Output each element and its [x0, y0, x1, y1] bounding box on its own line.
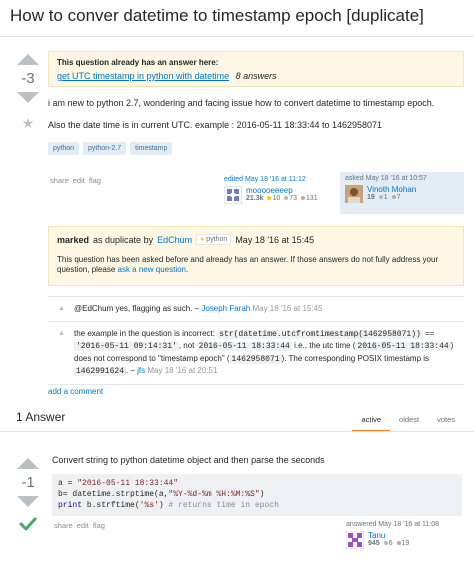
editor-reputation: 21.3k 10 73 131 [246, 195, 318, 202]
tab-oldest[interactable]: oldest [390, 412, 428, 432]
marked-by-user[interactable]: EdChum [157, 235, 192, 245]
tab-active[interactable]: active [352, 412, 391, 432]
comment-date: May 18 '16 at 15:45 [252, 304, 323, 313]
flag-link[interactable]: flag [89, 176, 101, 185]
marked-explanation: This question has been asked before and … [57, 255, 439, 264]
comment-upvote-icon[interactable]: ▲ [58, 329, 65, 339]
share-link[interactable]: share [54, 521, 73, 530]
marked-explanation-2: question, please [57, 265, 116, 275]
marked-date: May 18 '16 at 15:45 [235, 234, 315, 245]
upvote-arrow-icon[interactable] [17, 458, 39, 469]
answer-author-reputation: 945 6 19 [368, 540, 410, 547]
question-body-line: i am new to python 2.7, wondering and fa… [48, 98, 435, 108]
flag-link[interactable]: flag [93, 521, 105, 530]
question-score: -3 [21, 70, 35, 87]
downvote-arrow-icon[interactable] [17, 496, 39, 507]
share-link[interactable]: share [50, 176, 69, 185]
answered-date: answered May 18 '16 at 11:08 [346, 521, 440, 528]
answer-vote-column: -1 [14, 458, 42, 531]
answer-sort-tabs: active oldest votes [352, 412, 464, 432]
answers-heading: 1 Answer [16, 410, 66, 424]
answer-author-signature: answered May 18 '16 at 11:08 Tanu 945 6 … [342, 519, 466, 559]
comment-user[interactable]: Joseph Farah [201, 304, 250, 313]
editor-signature: edited May 18 '16 at 11:12 mooooeeeep 21… [220, 174, 332, 214]
comment-item: ▲ the example in the question is incorre… [48, 320, 464, 385]
editor-avatar[interactable] [224, 186, 242, 204]
question-vote-column: -3 ★ [14, 54, 42, 132]
add-comment-link[interactable]: add a comment [48, 387, 464, 396]
downvote-arrow-icon[interactable] [17, 92, 39, 103]
tab-votes[interactable]: votes [428, 412, 464, 432]
ask-new-question-link[interactable]: ask a new question [118, 265, 187, 274]
owner-name[interactable]: Vinoth Mohan [367, 185, 416, 194]
marked-text: as duplicate by [93, 234, 154, 245]
marked-label: marked [57, 234, 90, 245]
comment-date: May 18 '16 at 20:51 [147, 366, 218, 376]
title-divider [0, 36, 474, 37]
asked-date: asked May 18 '16 at 10:57 [345, 175, 427, 182]
duplicate-notice: This question already has an answer here… [48, 51, 464, 87]
edit-date[interactable]: edited May 18 '16 at 11:12 [224, 176, 328, 183]
upvote-arrow-icon[interactable] [17, 54, 39, 65]
answer-post-menu: share edit flag [54, 521, 105, 530]
comment-list: ▲ @EdChum yes, flagging as such. – Josep… [48, 296, 464, 396]
tag-python-2-7[interactable]: python-2.7 [83, 142, 127, 155]
gold-badge-chip: ● python [196, 234, 232, 245]
owner-signature: asked May 18 '16 at 10:57 Vinoth Mohan 1… [340, 172, 464, 214]
answer-author-name[interactable]: Tanu [368, 531, 409, 540]
answer-code-block: a = "2016-05-11 18:33:44" b= datetime.st… [52, 474, 462, 517]
answer-count: 8 answers [235, 71, 277, 81]
favorite-star-icon[interactable]: ★ [22, 115, 35, 132]
accepted-check-icon [19, 517, 37, 531]
owner-reputation: 19 1 7 [367, 194, 401, 201]
comment-item: ▲ @EdChum yes, flagging as such. – Josep… [48, 296, 464, 321]
answer-author-avatar[interactable] [346, 531, 364, 549]
answer-score: -1 [21, 474, 35, 491]
editor-name[interactable]: mooooeeeep [246, 186, 318, 195]
edit-link[interactable]: edit [73, 176, 85, 185]
tag-python[interactable]: python [48, 142, 80, 155]
answers-divider [0, 431, 474, 432]
comment-upvote-icon[interactable]: ▲ [58, 304, 65, 314]
notice-heading: This question already has an answer here… [57, 58, 219, 67]
edit-link[interactable]: edit [77, 521, 89, 530]
marked-duplicate-box: marked as duplicate by EdChum ● python M… [48, 226, 464, 286]
answer-text: Convert string to python datetime object… [52, 455, 325, 465]
owner-avatar[interactable] [345, 185, 363, 203]
comment-text: @EdChum yes, flagging as such. – [74, 304, 200, 313]
question-title[interactable]: How to conver datetime to timestamp epoc… [10, 6, 424, 26]
tag-list: python python-2.7 timestamp [48, 142, 173, 155]
duplicate-link[interactable]: get UTC timestamp in python with datetim… [57, 71, 229, 81]
comment-user[interactable]: jfs [137, 366, 145, 375]
question-body-line: Also the date time is in current UTC. ex… [48, 120, 383, 130]
tag-timestamp[interactable]: timestamp [130, 142, 173, 155]
question-post-menu: share edit flag [50, 176, 101, 185]
